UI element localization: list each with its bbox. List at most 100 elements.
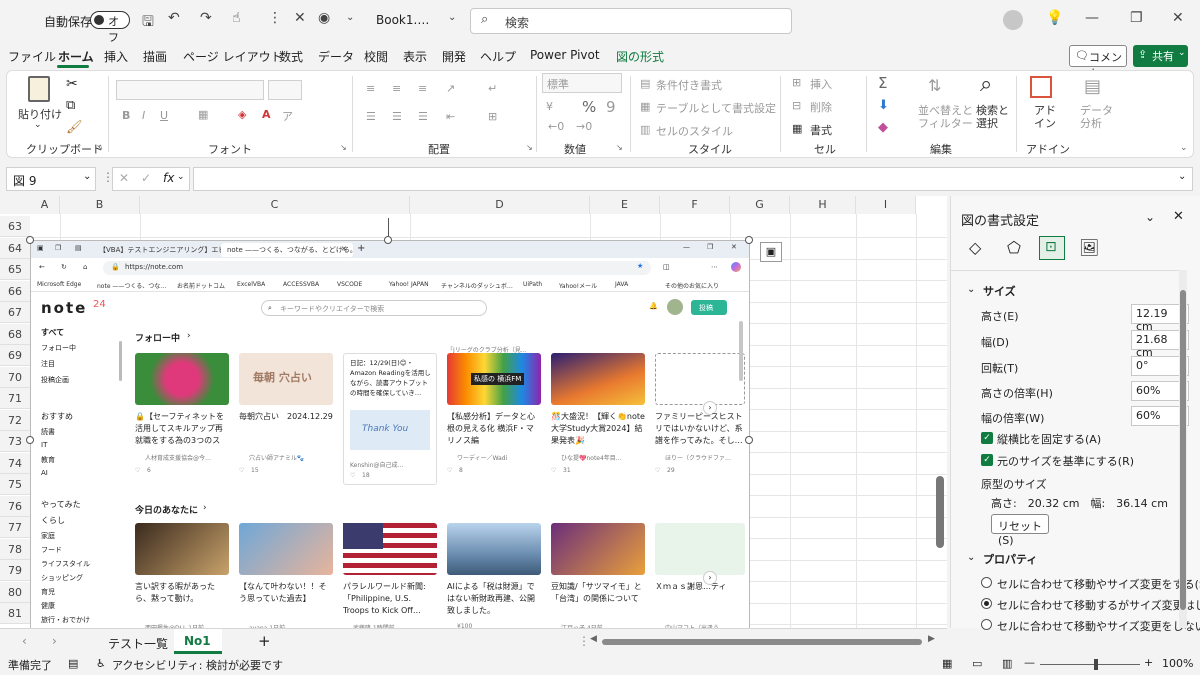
worksheet-grid[interactable]: ABCDEFGHI 63 64 65 66 67 68 69 70 71 72 73 74 75 76 77… (0, 196, 947, 628)
row-header[interactable]: 72 (0, 409, 30, 431)
font-color-icon[interactable]: A (262, 108, 271, 121)
align-bottom-icon[interactable]: ≡ (418, 82, 427, 95)
size-properties-tab[interactable]: ⊡ (1039, 236, 1065, 260)
note-nav-item[interactable]: やってみた (41, 499, 81, 510)
notification-bell-icon[interactable]: 🔔 (649, 302, 658, 310)
percent-icon[interactable]: % (582, 98, 596, 116)
note-nav-item[interactable]: 読書 (41, 427, 55, 437)
row-header[interactable]: 70 (0, 366, 30, 388)
sheet-tab-no1[interactable]: No1 (174, 629, 222, 654)
reset-button[interactable]: リセット(S) (991, 514, 1049, 547)
sidebar-scrollbar[interactable] (119, 341, 122, 381)
save-icon[interactable]: 🖫 (142, 11, 154, 35)
note-nav-item[interactable]: おすすめ (41, 411, 73, 422)
prev-sheet-icon[interactable]: ‹ (22, 634, 27, 648)
like-icon[interactable]: ♡ (239, 467, 244, 474)
no-move-radio[interactable] (981, 619, 992, 630)
filename-dropdown-icon[interactable]: ⌄ (448, 12, 456, 23)
undo-icon[interactable]: ↶ (168, 10, 180, 26)
note-search-input[interactable]: ⌕ キーワードやクリエイターで検索 (261, 300, 487, 316)
data-analysis-button[interactable]: データ 分析 (1080, 104, 1113, 130)
number-launcher-icon[interactable]: ↘ (616, 143, 623, 152)
browser-tab-2[interactable]: note ——つくる、つながる、とどける。 ✕ (221, 243, 357, 257)
browser-scrollbar[interactable] (739, 321, 743, 381)
row-header[interactable]: 68 (0, 323, 30, 345)
tab-picture-format[interactable]: 図の形式 (616, 48, 664, 65)
find-select-button[interactable]: 検索と 選択 (976, 104, 1009, 130)
note-avatar[interactable] (667, 299, 683, 315)
browser-collections-icon[interactable]: ❐ (55, 244, 61, 252)
note-nav-item[interactable]: AI (41, 469, 48, 477)
orientation-icon[interactable]: ↗ (446, 82, 455, 95)
note-nav-item[interactable]: くらし (41, 515, 65, 526)
alignment-launcher-icon[interactable]: ↘ (526, 143, 533, 152)
sheet-tab-test-list[interactable]: テスト一覧 (108, 635, 168, 652)
decrease-decimal-icon[interactable]: →0 (576, 120, 592, 133)
fill-icon[interactable]: ⬇ (878, 98, 889, 113)
row-header[interactable]: 71 (0, 388, 30, 409)
note-nav-item[interactable]: 注目 (41, 359, 55, 369)
table-format-button[interactable]: テーブルとして書式設定 (656, 100, 776, 116)
zoom-out-icon[interactable]: — (1024, 656, 1035, 669)
row-header[interactable]: 76 (0, 495, 30, 517)
align-right-icon[interactable]: ☰ (418, 110, 428, 123)
section-following-chevron-icon[interactable]: › (187, 331, 191, 341)
card-thumb-sweet-potato[interactable] (551, 523, 645, 575)
reload-icon[interactable]: ↻ (61, 263, 67, 271)
font-name-combo[interactable] (116, 80, 264, 100)
resize-handle[interactable] (745, 436, 753, 444)
format-cells-button[interactable]: 書式 (810, 122, 832, 138)
browser-tab-1[interactable]: 【VBA】テストエンジニアリング】エビ (93, 243, 225, 257)
select-all-corner[interactable] (0, 196, 30, 214)
like-icon[interactable]: ♡ (551, 467, 556, 474)
card-text[interactable]: 日記：12/29(日)😊・Amazon Readingを活用しながら、読書アウト… (343, 353, 437, 485)
column-header[interactable]: I (856, 196, 916, 214)
card-thumb-flag[interactable] (343, 523, 437, 575)
cancel-entry-icon[interactable]: ✕ (119, 171, 129, 185)
browser-tab-actions-icon[interactable]: ▤ (75, 244, 82, 252)
bookmark-item[interactable]: JAVA (615, 281, 628, 288)
copilot-icon[interactable] (731, 262, 741, 272)
note-nav-item[interactable]: 健康 (41, 601, 55, 611)
clipboard-launcher-icon[interactable]: ↘ (96, 143, 103, 152)
more-commands-icon[interactable]: ⋮ (268, 10, 282, 26)
tab-close-icon[interactable]: ✕ (341, 245, 347, 253)
pane-options-chevron-icon[interactable]: ⌄ (1145, 210, 1155, 224)
tab-file[interactable]: ファイル (8, 48, 56, 65)
fill-line-icon[interactable]: ◇ (969, 238, 981, 257)
row-header[interactable]: 79 (0, 560, 30, 581)
insert-cells-button[interactable]: 挿入 (810, 76, 832, 92)
row-header[interactable]: 78 (0, 538, 30, 560)
card-author[interactable]: 人材育成支援協会@今… (145, 453, 211, 462)
paste-button[interactable] (22, 76, 58, 104)
border-icon[interactable]: ▦ (198, 108, 208, 121)
note-nav-item[interactable]: フード (41, 545, 62, 555)
fx-dropdown-icon[interactable]: ⌄ (177, 172, 185, 182)
home-icon[interactable]: ⌂ (83, 263, 87, 271)
property-section-title[interactable]: プロパティ (983, 551, 1037, 567)
tab-data[interactable]: データ (318, 48, 354, 65)
move-resize-radio[interactable] (981, 577, 992, 588)
add-sheet-button[interactable]: + (258, 632, 271, 650)
normal-view-icon[interactable]: ▦ (942, 657, 952, 670)
comma-icon[interactable]: 9 (606, 98, 616, 116)
accessibility-icon[interactable]: ♿ (96, 657, 106, 670)
touch-mode-icon[interactable]: ☝ (232, 10, 241, 26)
format-painter-icon[interactable]: 🖌 (66, 120, 83, 135)
browser-more-icon[interactable]: ⋯ (711, 263, 718, 271)
lock-aspect-checkbox[interactable]: ✓ (981, 432, 993, 444)
pane-scrollbar-thumb[interactable] (1180, 290, 1186, 610)
card-author[interactable]: ほりー（クラウドファ… (665, 453, 731, 462)
card-thumb-award[interactable] (551, 353, 645, 405)
column-header[interactable]: H (790, 196, 856, 214)
card-title[interactable]: AIによる「税は財源」ではない新財政再建、公開致しました。 (447, 581, 541, 617)
like-icon[interactable]: ♡ (350, 472, 355, 479)
avatar[interactable] (1003, 10, 1023, 30)
bookmark-item[interactable]: VSCODE (337, 281, 362, 288)
note-nav-item[interactable]: 投稿企画 (41, 375, 69, 385)
page-break-view-icon[interactable]: ▥ (1002, 657, 1012, 670)
card-title[interactable]: パラレルワールド新聞: 「Philippine, U.S. Troops to … (343, 581, 437, 617)
card-title[interactable]: Ｘｍａｓ謝恩…ティ (655, 581, 749, 593)
tab-insert[interactable]: 挿入 (104, 48, 128, 65)
vertical-scrollbar-thumb[interactable] (936, 476, 944, 548)
